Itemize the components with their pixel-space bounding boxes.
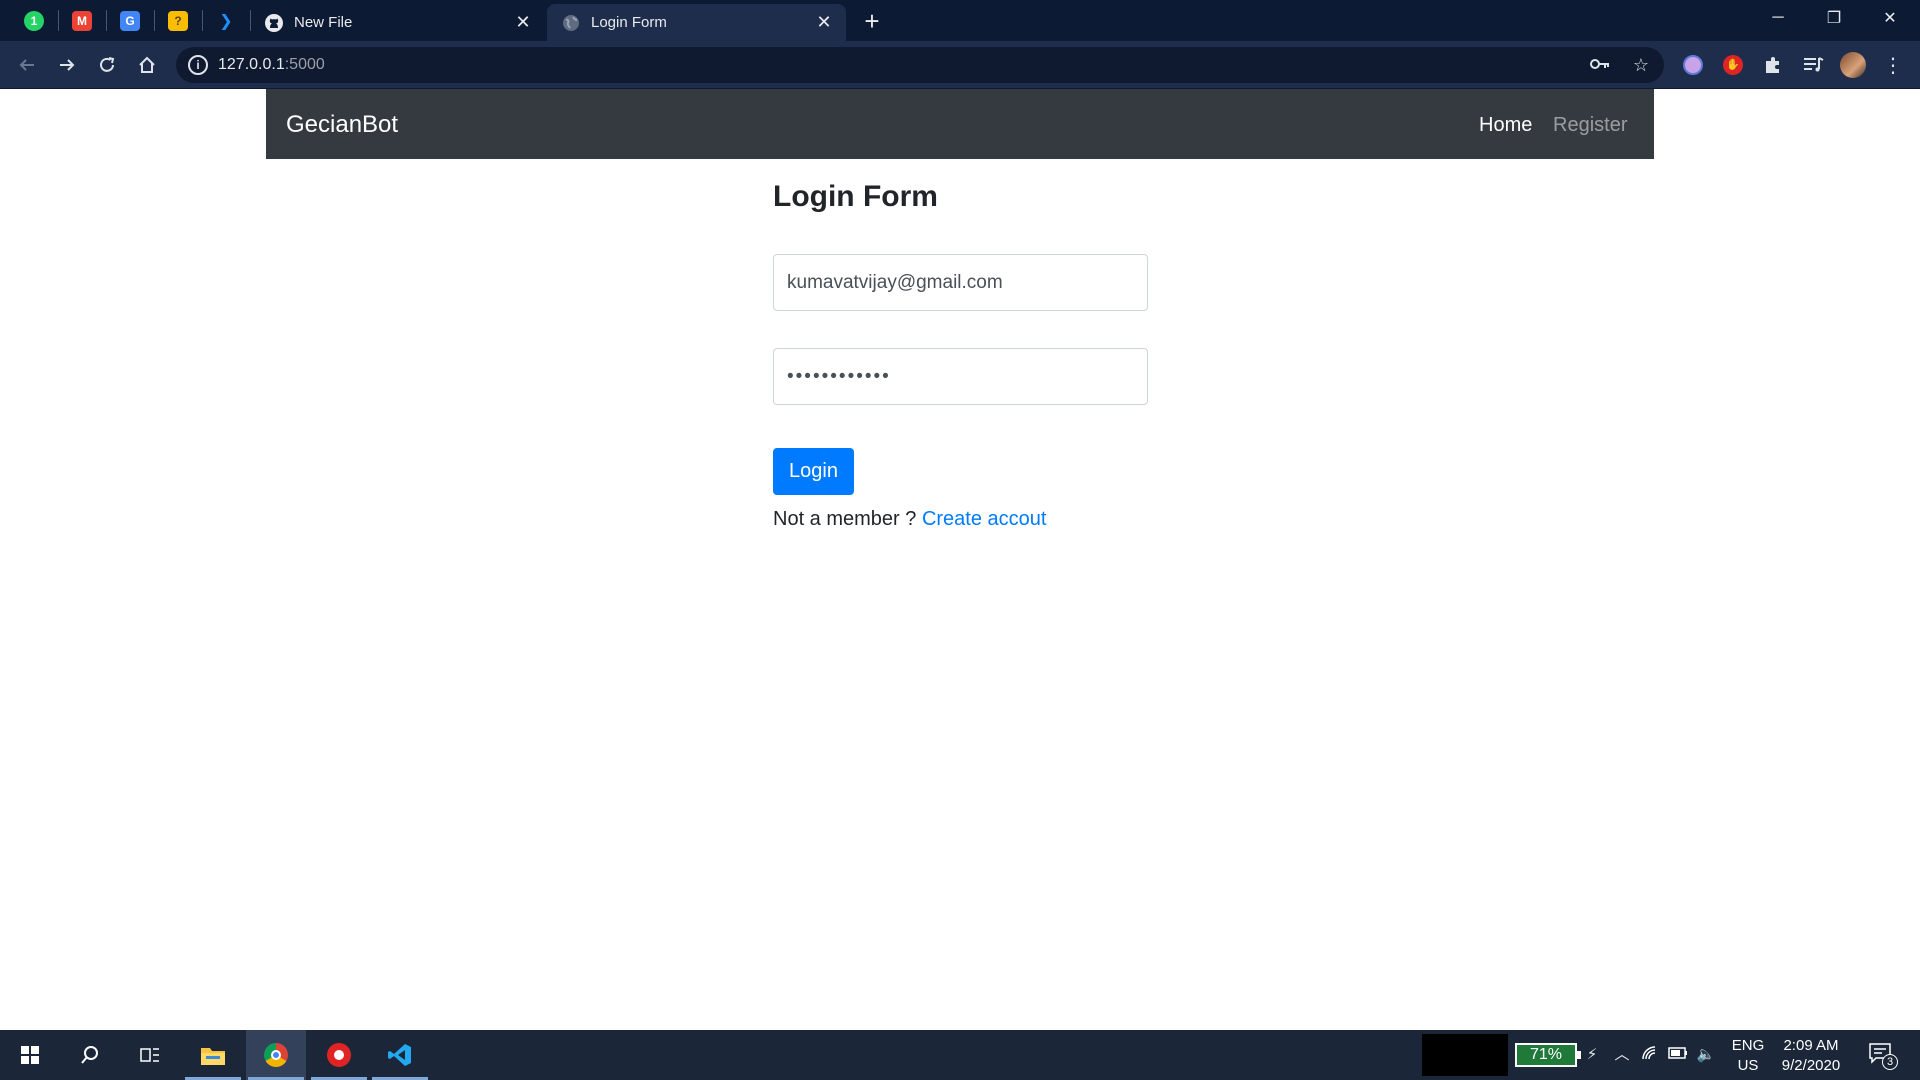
nav-link-register[interactable]: Register — [1553, 114, 1627, 137]
media-queue-icon[interactable] — [1800, 52, 1826, 78]
folder-icon — [201, 1048, 225, 1065]
clock-date: 9/2/2020 — [1781, 1057, 1841, 1074]
battery-meter[interactable]: 71% — [1515, 1043, 1581, 1067]
gmail-icon: M — [72, 10, 92, 31]
chrome-red-icon — [327, 1043, 351, 1067]
create-account-link[interactable]: Create accout — [922, 508, 1047, 530]
vscode-taskbar-button[interactable] — [370, 1030, 430, 1080]
menu-kebab-icon[interactable]: ⋮ — [1880, 52, 1906, 78]
battery-icon[interactable] — [1668, 1045, 1688, 1065]
github-icon — [264, 13, 284, 33]
windows-taskbar: 71% ⚡ ︿ 🔈 ENG US 2:09 AM 9/2/2020 3 — [0, 1030, 1920, 1080]
restore-button[interactable]: ❐ — [1806, 0, 1862, 36]
power-plug-icon[interactable]: ⚡ — [1582, 1045, 1602, 1065]
page-title: Login Form — [773, 180, 938, 213]
url-host: 127.0.0.1 — [218, 56, 285, 73]
close-window-button[interactable]: ✕ — [1862, 0, 1918, 36]
profile-avatar[interactable] — [1840, 52, 1866, 78]
tab-title: Login Form — [591, 14, 667, 31]
pinned-tab-keep[interactable]: ? — [154, 0, 202, 41]
close-tab-icon[interactable]: ✕ — [814, 12, 834, 32]
url-port: :5000 — [284, 56, 325, 73]
arrow-right-icon — [60, 59, 75, 71]
email-field[interactable] — [773, 254, 1148, 311]
pinned-tab-translate[interactable]: G — [106, 0, 154, 41]
task-view-button[interactable] — [120, 1030, 180, 1080]
power-automate-icon: ❯ — [219, 12, 233, 30]
home-icon — [139, 56, 155, 73]
pinned-tab-whatsapp[interactable]: 1 — [10, 0, 58, 41]
start-button[interactable] — [0, 1030, 60, 1080]
browser-toolbar: i 127.0.0.1:5000 ☆ ✋ ⋮ — [0, 41, 1920, 89]
file-explorer-button[interactable] — [183, 1030, 243, 1080]
member-prompt-text: Not a member ? — [773, 508, 917, 530]
site-info-icon[interactable]: i — [188, 55, 208, 75]
system-clock[interactable]: 2:09 AM 9/2/2020 — [1772, 1036, 1850, 1076]
google-keep-icon: ? — [168, 10, 188, 31]
notification-count-badge: 3 — [1882, 1054, 1898, 1070]
whatsapp-icon: 1 — [24, 10, 44, 31]
nav-link-home[interactable]: Home — [1479, 114, 1532, 137]
windows-logo-icon — [21, 1046, 39, 1064]
tab-login-form[interactable]: Login Form ✕ — [547, 4, 846, 41]
region-code: US — [1737, 1057, 1759, 1074]
register-prompt: Not a member ? Create accout — [773, 508, 1046, 531]
pinned-tab-power-automate[interactable]: ❯ — [202, 0, 250, 41]
navbar-brand[interactable]: GecianBot — [286, 111, 398, 139]
site-navbar: GecianBot Home Register — [266, 89, 1654, 159]
browser-tab-strip: 1 M G ? ❯ New File ✕ Login Form ✕ + ─ ❐ … — [0, 0, 1920, 41]
extension-emoji-icon[interactable] — [1680, 52, 1706, 78]
close-tab-icon[interactable]: ✕ — [513, 12, 533, 32]
forward-button[interactable] — [52, 50, 82, 80]
address-url[interactable]: 127.0.0.1:5000 — [218, 56, 325, 74]
search-button[interactable] — [60, 1030, 120, 1080]
clock-time: 2:09 AM — [1783, 1037, 1839, 1054]
vscode-icon — [388, 1044, 411, 1066]
arrow-left-icon — [19, 59, 34, 71]
extension-stop-icon[interactable]: ✋ — [1720, 52, 1746, 78]
password-field[interactable] — [773, 348, 1148, 405]
action-center-button[interactable]: 3 — [1868, 1042, 1898, 1070]
reload-icon — [100, 57, 115, 72]
address-bar[interactable]: i 127.0.0.1:5000 ☆ — [176, 47, 1664, 83]
chevron-up-icon[interactable]: ︿ — [1612, 1045, 1632, 1065]
tray-blank-area — [1422, 1034, 1508, 1076]
reload-button[interactable] — [92, 50, 122, 80]
home-button[interactable] — [132, 50, 162, 80]
minimize-button[interactable]: ─ — [1750, 0, 1806, 36]
search-icon — [81, 1046, 98, 1064]
new-tab-button[interactable]: + — [858, 8, 886, 36]
volume-icon[interactable]: 🔈 — [1696, 1045, 1716, 1065]
key-icon[interactable] — [1589, 54, 1611, 76]
extensions-puzzle-icon[interactable] — [1760, 52, 1786, 78]
chrome-taskbar-button[interactable] — [246, 1030, 306, 1080]
login-button[interactable]: Login — [773, 448, 854, 495]
chrome-icon — [264, 1043, 288, 1067]
tab-title: New File — [294, 14, 353, 31]
back-button[interactable] — [12, 50, 42, 80]
language-indicator[interactable]: ENG US — [1730, 1036, 1766, 1076]
star-icon[interactable]: ☆ — [1630, 54, 1652, 76]
pinned-tab-gmail[interactable]: M — [58, 0, 106, 41]
globe-icon — [561, 13, 581, 33]
google-translate-icon: G — [120, 10, 140, 31]
wifi-icon[interactable] — [1640, 1045, 1660, 1065]
language-code: ENG — [1731, 1037, 1765, 1054]
tab-new-file[interactable]: New File ✕ — [250, 4, 545, 41]
task-view-icon — [140, 1048, 159, 1062]
chrome-profile-taskbar-button[interactable] — [309, 1030, 369, 1080]
